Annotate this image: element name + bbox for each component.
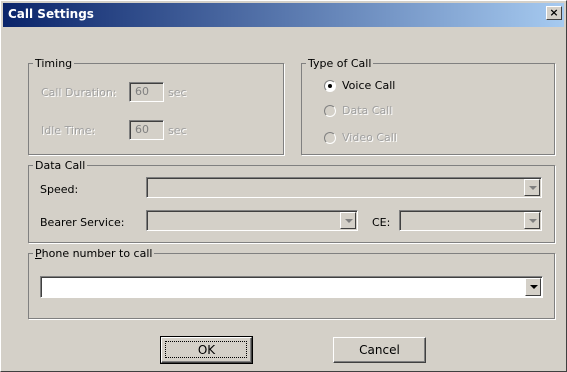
chevron-down-icon bbox=[345, 219, 353, 223]
data-call-label: Data Call bbox=[342, 104, 393, 117]
ce-label: CE: bbox=[372, 216, 391, 229]
phone-number-combobox[interactable] bbox=[40, 276, 543, 298]
speed-select[interactable] bbox=[146, 177, 542, 198]
window-title: Call Settings bbox=[8, 7, 94, 21]
data-call-radio-icon[interactable] bbox=[324, 105, 336, 117]
type-of-call-legend: Type of Call bbox=[308, 57, 372, 70]
idle-time-unit: sec bbox=[168, 124, 187, 137]
video-call-label: Video Call bbox=[342, 131, 397, 144]
ok-button-label: OK bbox=[197, 343, 216, 357]
voice-call-label: Voice Call bbox=[342, 79, 396, 92]
cancel-button-label: Cancel bbox=[359, 343, 400, 357]
speed-label: Speed: bbox=[40, 183, 79, 196]
ce-dropdown-button[interactable] bbox=[524, 212, 540, 229]
phone-number-legend: Phone number to call bbox=[33, 247, 154, 260]
data-call-legend: Data Call bbox=[35, 159, 86, 172]
bearer-service-select[interactable] bbox=[146, 210, 358, 231]
chevron-down-icon bbox=[529, 219, 537, 223]
title-bar[interactable]: Call Settings × bbox=[3, 3, 564, 27]
video-call-radio-icon[interactable] bbox=[324, 132, 336, 144]
phone-legend-accelerator: P bbox=[35, 247, 42, 260]
call-settings-dialog: Call Settings × Timing Call Duration: 60… bbox=[0, 0, 567, 372]
voice-call-radio-icon[interactable] bbox=[324, 80, 336, 92]
idle-time-label: Idle Time: bbox=[41, 124, 96, 137]
phone-dropdown-button[interactable] bbox=[525, 278, 541, 296]
bearer-dropdown-button[interactable] bbox=[340, 212, 356, 229]
chevron-down-icon bbox=[529, 186, 537, 190]
timing-group: Timing bbox=[28, 57, 284, 155]
call-duration-unit: sec bbox=[168, 86, 187, 99]
radio-selected-dot bbox=[328, 84, 332, 88]
timing-legend: Timing bbox=[35, 57, 73, 70]
call-duration-label: Call Duration: bbox=[41, 86, 117, 99]
cancel-button[interactable]: Cancel bbox=[333, 337, 426, 363]
ce-select[interactable] bbox=[399, 210, 542, 231]
bearer-service-label: Bearer Service: bbox=[40, 216, 125, 229]
ok-button[interactable]: OK bbox=[160, 336, 253, 364]
call-duration-field[interactable]: 60 bbox=[129, 82, 164, 102]
idle-time-field[interactable]: 60 bbox=[129, 120, 164, 140]
phone-legend-text: hone number to call bbox=[41, 247, 153, 260]
type-of-call-group: Type of Call bbox=[301, 57, 555, 155]
chevron-down-icon bbox=[530, 285, 538, 289]
close-icon[interactable]: × bbox=[546, 6, 562, 20]
speed-dropdown-button[interactable] bbox=[524, 179, 540, 196]
